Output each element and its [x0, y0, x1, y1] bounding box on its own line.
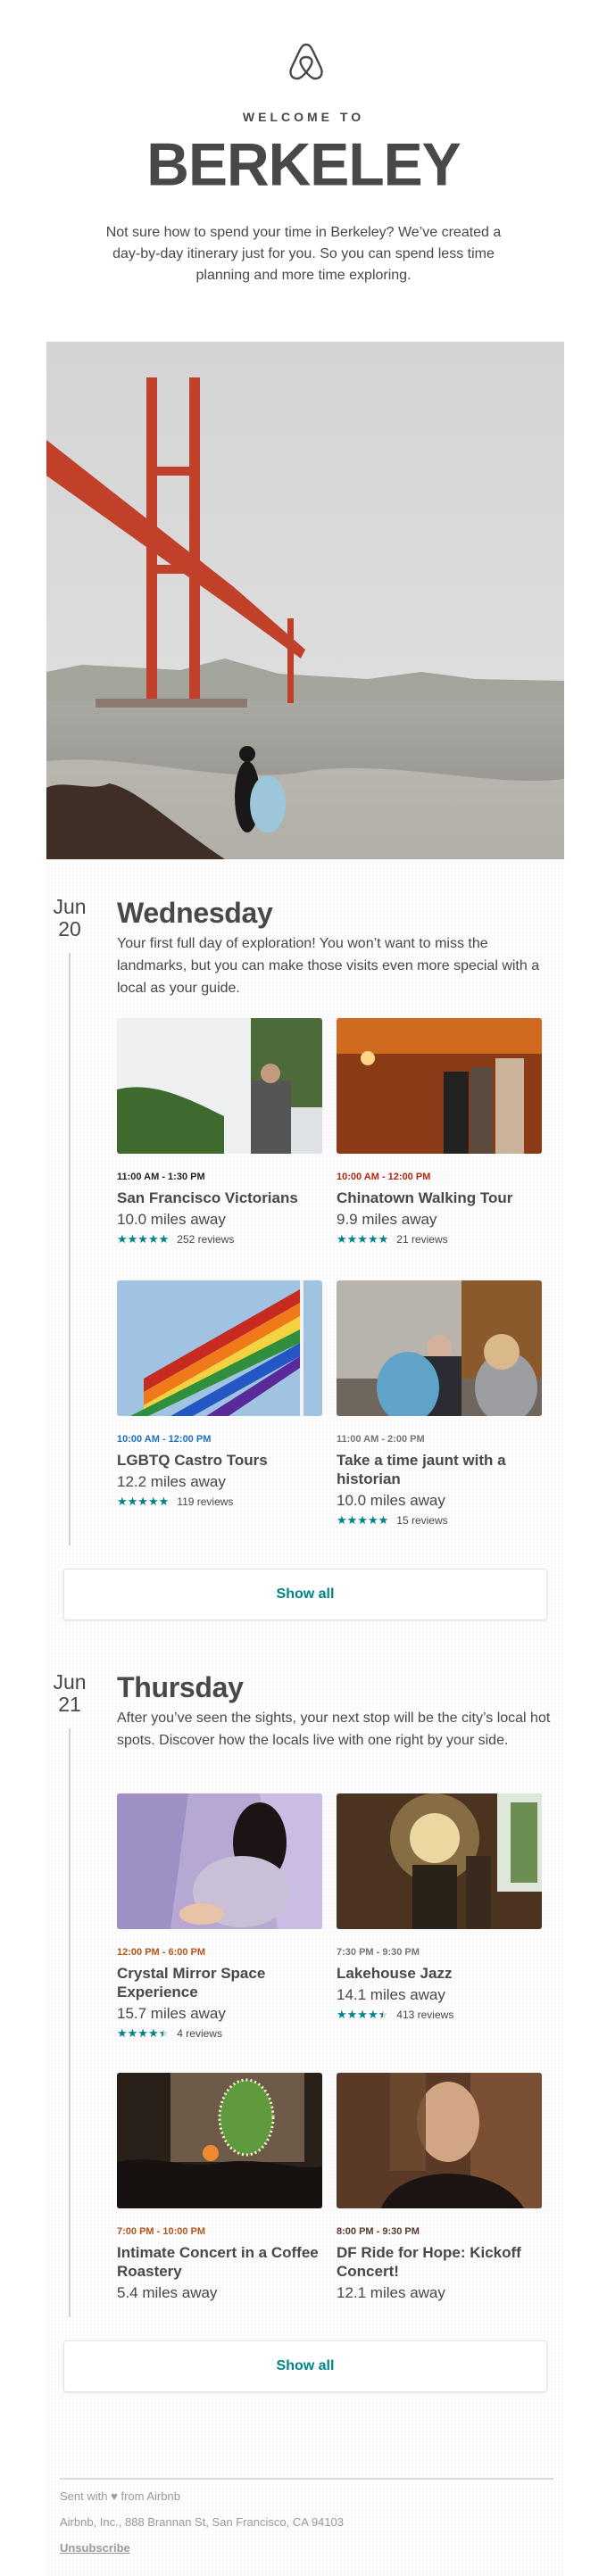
experience-time: 11:00 AM - 1:30 PM: [117, 1172, 205, 1182]
review-count: 119 reviews: [177, 1495, 234, 1508]
review-count: 15 reviews: [396, 1514, 448, 1527]
experience-title[interactable]: San Francisco Victorians: [117, 1189, 322, 1207]
experience-image[interactable]: [337, 2073, 542, 2208]
review-count: 252 reviews: [177, 1233, 235, 1246]
day-number: 20: [58, 917, 81, 940]
experience-card[interactable]: 8:00 PM - 9:30 PM DF Ride for Hope: Kick…: [337, 2073, 542, 2303]
experience-card[interactable]: 7:00 PM - 10:00 PM Intimate Concert in a…: [117, 2073, 322, 2303]
footer-sent-with: Sent with ♥ from Airbnb: [60, 2489, 180, 2503]
experience-image[interactable]: [117, 1280, 322, 1416]
unsubscribe-link[interactable]: Unsubscribe: [60, 2541, 130, 2555]
experience-rating: ★★★★★ ★★★★★ 413 reviews: [337, 2008, 542, 2022]
sent-prefix: Sent with: [60, 2489, 108, 2503]
experience-rating: ★★★★★ ★★★★★ 252 reviews: [117, 1232, 322, 1247]
star-rating-icon: ★★★★★ ★★★★★: [337, 1232, 389, 1246]
intro-text: Not sure how to spend your time in Berke…: [105, 225, 502, 283]
experience-rating: ★★★★★ ★★★★★ 21 reviews: [337, 1232, 542, 1247]
experience-distance: 5.4 miles away: [117, 2284, 218, 2301]
experience-distance: 10.0 miles away: [337, 1492, 445, 1509]
hero-image: [46, 342, 564, 859]
timeline-line: [69, 953, 71, 1545]
experience-time: 12:00 PM - 6:00 PM: [117, 1947, 206, 1958]
experience-image[interactable]: [117, 1793, 322, 1929]
welcome-label: WELCOME TO: [242, 110, 365, 124]
sent-suffix: from Airbnb: [121, 2489, 180, 2503]
experience-card[interactable]: 11:00 AM - 1:30 PM San Francisco Victori…: [117, 1018, 322, 1246]
experience-card[interactable]: 10:00 AM - 12:00 PM Chinatown Walking To…: [337, 1018, 542, 1246]
heart-icon: ♥: [111, 2489, 118, 2503]
star-rating-icon: ★★★★★ ★★★★★: [117, 1495, 170, 1508]
review-count: 413 reviews: [396, 2009, 454, 2021]
experience-title[interactable]: LGBTQ Castro Tours: [117, 1451, 322, 1470]
footer-address: Airbnb, Inc., 888 Brannan St, San Franci…: [60, 2515, 344, 2529]
experience-distance: 9.9 miles away: [337, 1211, 437, 1228]
day-month: Jun: [53, 895, 87, 918]
experience-distance: 14.1 miles away: [337, 1986, 445, 2003]
footer-divider: [60, 2478, 553, 2480]
experience-image[interactable]: [337, 1793, 542, 1929]
experience-time: 10:00 AM - 12:00 PM: [117, 1434, 212, 1445]
show-all-button[interactable]: Show all: [63, 1569, 547, 1620]
day-title: Thursday: [117, 1671, 244, 1703]
experience-title[interactable]: DF Ride for Hope: Kickoff Concert!: [337, 2243, 542, 2281]
experience-card[interactable]: 10:00 AM - 12:00 PM LGBTQ Castro Tours 1…: [117, 1280, 322, 1508]
experience-title[interactable]: Crystal Mirror Space Experience: [117, 1964, 322, 2001]
experience-time: 10:00 AM - 12:00 PM: [337, 1172, 431, 1182]
star-rating-icon: ★★★★★ ★★★★★: [337, 1513, 389, 1527]
experience-time: 7:30 PM - 9:30 PM: [337, 1947, 420, 1958]
day-month: Jun: [53, 1670, 87, 1694]
day-date: Jun 21: [46, 1671, 93, 1716]
experience-card[interactable]: 7:30 PM - 9:30 PM Lakehouse Jazz 14.1 mi…: [337, 1793, 542, 2021]
experience-distance: 12.1 miles away: [337, 2284, 445, 2301]
experience-title[interactable]: Take a time jaunt with a historian: [337, 1451, 542, 1488]
star-rating-icon: ★★★★★ ★★★★★: [337, 2008, 389, 2021]
airbnb-logo-icon: [288, 42, 324, 81]
experience-rating: ★★★★★ ★★★★★ 119 reviews: [117, 1495, 322, 1509]
review-count: 4 reviews: [177, 2027, 222, 2040]
city-title: BERKELEY: [146, 130, 461, 198]
experience-rating: ★★★★★ ★★★★★ 4 reviews: [117, 2026, 322, 2041]
day-number: 21: [58, 1693, 81, 1716]
timeline-line: [69, 1728, 71, 2317]
experience-card[interactable]: 11:00 AM - 2:00 PM Take a time jaunt wit…: [337, 1280, 542, 1527]
experience-card[interactable]: 12:00 PM - 6:00 PM Crystal Mirror Space …: [117, 1793, 322, 2040]
experience-distance: 15.7 miles away: [117, 2005, 226, 2022]
experience-time: 8:00 PM - 9:30 PM: [337, 2226, 420, 2237]
experience-time: 11:00 AM - 2:00 PM: [337, 1434, 425, 1445]
experience-title[interactable]: Lakehouse Jazz: [337, 1964, 542, 1983]
experience-title[interactable]: Chinatown Walking Tour: [337, 1189, 542, 1207]
experience-image[interactable]: [117, 1018, 322, 1154]
review-count: 21 reviews: [396, 1233, 448, 1246]
experience-title[interactable]: Intimate Concert in a Coffee Roastery: [117, 2243, 322, 2281]
experience-time: 7:00 PM - 10:00 PM: [117, 2226, 206, 2237]
day-title: Wednesday: [117, 897, 273, 929]
experience-image[interactable]: [117, 2073, 322, 2208]
experience-distance: 12.2 miles away: [117, 1473, 226, 1490]
day-description: After you’ve seen the sights, your next …: [117, 1710, 551, 1748]
star-rating-icon: ★★★★★ ★★★★★: [117, 1232, 170, 1246]
day-date: Jun 20: [46, 896, 93, 940]
day-description: Your first full day of exploration! You …: [117, 936, 540, 996]
experience-distance: 10.0 miles away: [117, 1211, 226, 1228]
star-rating-icon: ★★★★★ ★★★★★: [117, 2026, 170, 2040]
show-all-button[interactable]: Show all: [63, 2340, 547, 2392]
experience-image[interactable]: [337, 1280, 542, 1416]
experience-image[interactable]: [337, 1018, 542, 1154]
experience-rating: ★★★★★ ★★★★★ 15 reviews: [337, 1513, 542, 1528]
